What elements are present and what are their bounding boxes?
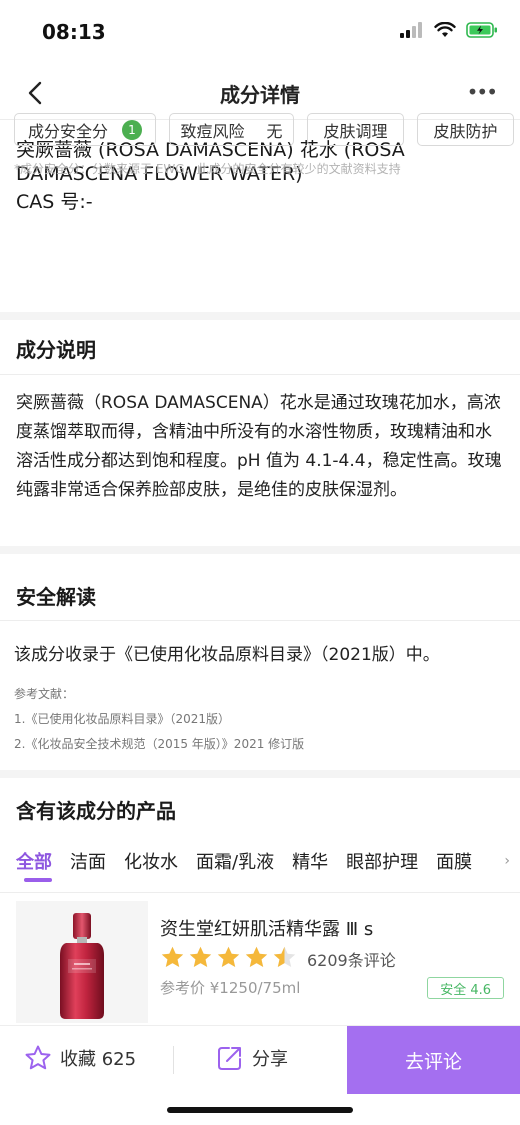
ingredient-header: 突厥蔷薇 (ROSA DAMASCENA) 花水 (ROSA DAMASCENA… <box>0 120 520 312</box>
tab-mask[interactable]: 面膜 <box>436 848 472 874</box>
rating-stars <box>160 945 297 969</box>
tab-cream[interactable]: 面霜/乳液 <box>196 848 274 874</box>
safety-title: 安全解读 <box>16 585 96 609</box>
tab-all[interactable]: 全部 <box>16 848 52 882</box>
divider-line <box>0 892 520 893</box>
tab-serum[interactable]: 精华 <box>292 848 328 874</box>
status-icons <box>400 22 498 38</box>
divider-line <box>0 374 520 375</box>
tab-cleanser[interactable]: 洁面 <box>70 848 106 874</box>
rating-star-icon <box>245 946 268 967</box>
favorite-label: 收藏 625 <box>60 1049 137 1070</box>
status-time: 08:13 <box>42 20 106 44</box>
more-icon[interactable]: ••• <box>467 80 498 104</box>
star-outline-icon <box>25 1045 51 1070</box>
signal-icon <box>400 22 422 38</box>
tab-toner[interactable]: 化妆水 <box>124 848 178 874</box>
home-indicator <box>167 1107 353 1113</box>
favorite-button[interactable]: 收藏 625 <box>24 1044 136 1072</box>
product-card[interactable]: 资生堂红妍肌活精华露 Ⅲ s 6209条评论 参考价 ¥1250/75ml 安全… <box>0 895 520 1025</box>
bottom-bar: 收藏 625 分享 去评论 <box>0 1025 520 1094</box>
chevron-right-icon[interactable]: › <box>504 853 510 869</box>
cas-number: CAS 号:- <box>16 191 93 213</box>
rating-star-icon <box>273 946 296 967</box>
safety-text: 该成分收录于《已使用化妆品原料目录》（2021版）中。 <box>14 645 440 665</box>
description-text: 突厥蔷薇（ROSA DAMASCENA）花水是通过玫瑰花加水，高浓度蒸馏萃取而得… <box>16 393 502 500</box>
rating-star-icon <box>189 946 212 967</box>
safety-badge: 安全 4.6 <box>427 977 504 999</box>
safety-score-badge: 1 <box>122 119 142 140</box>
wifi-icon <box>434 22 456 37</box>
status-bar: 08:13 <box>0 0 520 66</box>
tag-row: 成分安全分 1 致痘风险 无 皮肤调理 皮肤防护 <box>14 113 516 146</box>
tab-eye-care[interactable]: 眼部护理 <box>346 848 418 874</box>
nav-bar: 成分详情 ••• <box>0 66 520 120</box>
share-button[interactable]: 分享 <box>216 1044 288 1072</box>
page-title: 成分详情 <box>220 83 300 107</box>
share-icon <box>218 1047 241 1070</box>
product-image <box>16 901 148 1023</box>
product-price: 参考价 ¥1250/75ml <box>160 979 301 997</box>
reference-title: 参考文献： <box>14 687 75 701</box>
description-title: 成分说明 <box>16 338 96 362</box>
serum-bottle-image <box>60 913 104 1019</box>
products-title: 含有该成分的产品 <box>16 799 176 823</box>
function-tag-conditioning[interactable]: 皮肤调理 <box>307 113 404 146</box>
function-tag-protection[interactable]: 皮肤防护 <box>417 113 514 146</box>
safety-score-label: 成分安全分 <box>27 121 108 141</box>
write-review-button[interactable]: 去评论 <box>347 1026 520 1094</box>
section-divider <box>0 770 520 778</box>
battery-icon <box>466 22 497 38</box>
safety-score-note: *成分安全分：分数来源于 EWG，此成分的安全分有较少的文献资料支持 <box>14 162 401 176</box>
safety-score-tag[interactable]: 成分安全分 1 <box>14 113 156 146</box>
acne-risk-tag[interactable]: 致痘风险 无 <box>169 113 294 146</box>
reference-item: 2.《化妆品安全技术规范（2015 年版）》2021 修订版 <box>14 737 305 751</box>
review-count: 6209条评论 <box>307 951 396 970</box>
rating-star-icon <box>161 946 184 967</box>
divider-line <box>0 620 520 621</box>
tab-label: 全部 <box>16 852 52 873</box>
rating-star-icon <box>217 946 240 967</box>
section-divider <box>0 546 520 554</box>
tab-active-indicator <box>24 878 52 882</box>
bottom-separator <box>173 1046 174 1074</box>
acne-risk-value: 无 <box>266 121 283 141</box>
category-tabs: 全部 洁面 化妆水 面霜/乳液 精华 眼部护理 面膜 <box>16 848 520 882</box>
section-divider <box>0 312 520 320</box>
share-label: 分享 <box>252 1049 288 1070</box>
reference-item: 1.《已使用化妆品原料目录》（2021版） <box>14 712 230 726</box>
product-name: 资生堂红妍肌活精华露 Ⅲ s <box>160 919 374 940</box>
acne-risk-label: 致痘风险 <box>180 121 245 141</box>
